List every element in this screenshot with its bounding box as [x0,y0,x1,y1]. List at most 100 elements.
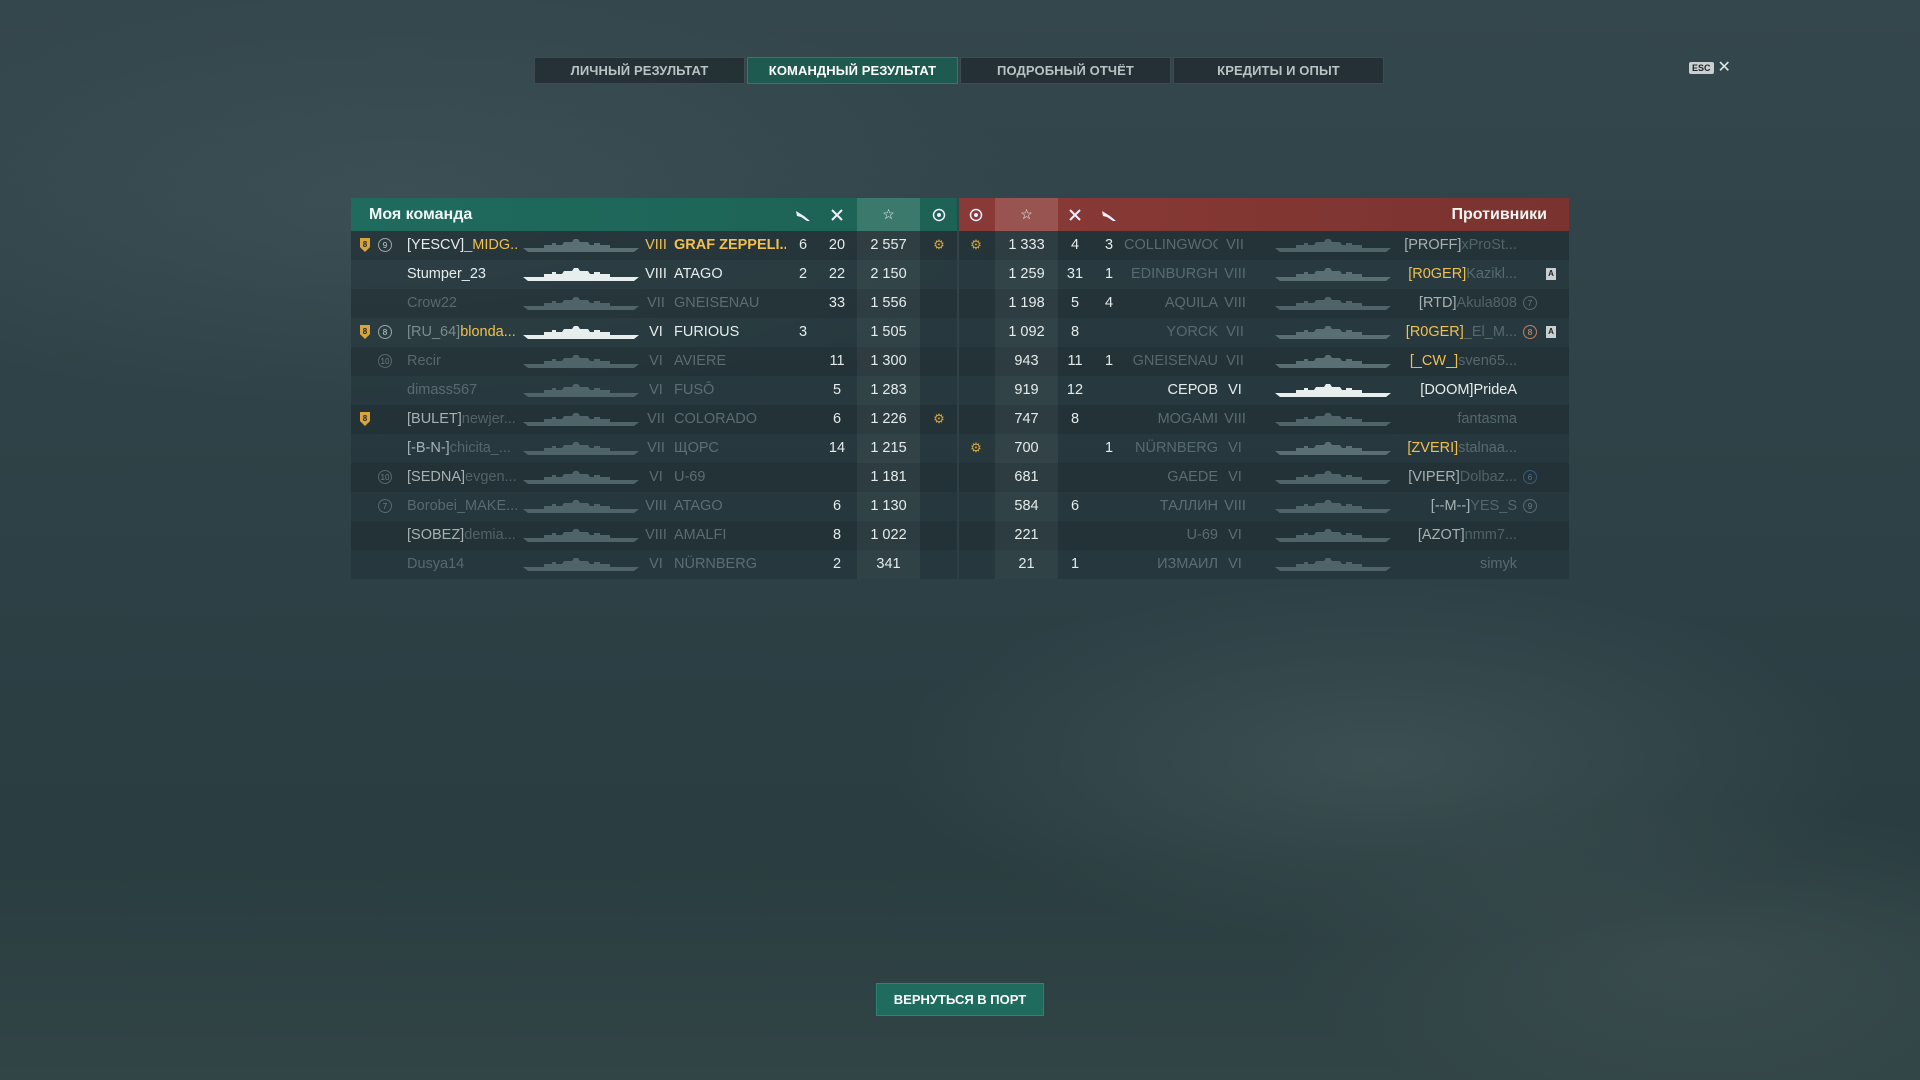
my-team-rows: 8 9 [YESCV]_MIDG... VIII GRAF ZEPPELI... 6 20 2… [351,231,957,579]
ship-name: СЕРОВ [1167,382,1218,398]
player-row[interactable]: 10 [SEDNA]evgen... VI U-69 1 181 [351,463,957,492]
player-nick: _El_M... [1463,324,1517,340]
planes-destroyed [1092,463,1126,492]
base-xp: 21 [995,550,1058,579]
enemy-row[interactable]: 919 12 СЕРОВ VI [DOOM]PrideA [959,376,1569,405]
player-row[interactable]: [-B-N-]chicita_... VII ЩОРС 14 1 215 [351,434,957,463]
ship-tier: VIII [1224,411,1246,427]
enemy-row[interactable]: 1 259 31 1 EDINBURGH VIII [R0GER]Kazikl... A [959,260,1569,289]
ship-name: AQUILA [1164,295,1218,311]
crossed-swords-icon [1058,198,1092,231]
ship-silhouette [1275,558,1391,571]
laurel-medal-icon: ⚙ [970,440,982,455]
player-name: [--M--]YES_S [1397,492,1517,521]
service-level-badge-icon: 10 [378,470,392,484]
player-nick: Stumper_23 [407,266,486,282]
player-row[interactable]: dimass567 VI FUSŌ 5 1 283 [351,376,957,405]
service-level-badge-icon: 8 [378,325,392,339]
tab-personal-result[interactable]: ЛИЧНЫЙ РЕЗУЛЬТАТ [534,57,745,84]
ship-silhouette [523,500,639,513]
tab-team-result[interactable]: КОМАНДНЫЙ РЕЗУЛЬТАТ [747,57,958,84]
player-row[interactable]: 7 Borobei_MAKE... VIII ATAGO 6 1 130 [351,492,957,521]
frags-count [1058,434,1092,463]
player-row[interactable]: Dusya14 VI NÜRNBERG 2 341 [351,550,957,579]
frags-count: 2 [832,556,842,572]
player-row[interactable]: 8 [BULET]newjer... VII COLORADO 6 1 226 ⚙ [351,405,957,434]
frags-count: 6 [1070,498,1080,514]
player-row[interactable]: Stumper_23 VIII ATAGO 2 22 2 150 [351,260,957,289]
clan-tag: [R0GER] [1405,324,1464,340]
rank-flag-icon: A [1546,268,1556,280]
frags-count: 20 [828,237,846,253]
ship-name: COLORADO [674,411,757,427]
ship-tier: VI [1228,556,1242,572]
frags-count: 1 [1070,556,1080,572]
enemy-row[interactable]: 747 8 MOGAMI VIII fantasma [959,405,1569,434]
ship-silhouette [1275,297,1391,310]
ship-tier: VIII [645,527,667,543]
ship-name: ATAGO [674,498,723,514]
clan-tag: [R0GER] [1408,266,1467,282]
enemy-team-header: ☆ Противники [959,198,1569,231]
player-name: [VIPER]Dolbaz... [1397,463,1517,492]
ship-name: ИЗМАИЛ [1157,556,1218,572]
base-xp: 584 [995,492,1058,521]
enemy-row[interactable]: 1 198 5 4 AQUILA VIII [RTD]Akula808 7 [959,289,1569,318]
tab-detailed-report[interactable]: ПОДРОБНЫЙ ОТЧЁТ [960,57,1171,84]
enemy-row[interactable]: ⚙ 1 333 4 3 COLLINGWOOD VII [PROFF]xProSt... [959,231,1569,260]
player-row[interactable]: 8 9 [YESCV]_MIDG... VIII GRAF ZEPPELI... 6 20 2… [351,231,957,260]
planes-destroyed: 1 [1104,353,1114,369]
base-xp: 2 557 [857,231,920,260]
player-name: [SOBEZ]demia... [407,521,519,550]
ship-silhouette [1275,500,1391,513]
base-xp: 1 215 [857,434,920,463]
ship-silhouette [523,384,639,397]
planes-destroyed [786,521,820,550]
division-shield-icon: 8 [360,238,370,252]
player-row[interactable]: 10 Recir VI AVIERE 11 1 300 [351,347,957,376]
ship-silhouette [523,558,639,571]
tab-credits-xp[interactable]: КРЕДИТЫ И ОПЫТ [1173,57,1384,84]
frags-count: 12 [1066,382,1084,398]
clan-tag: [_CW_] [1409,353,1459,369]
enemy-row[interactable]: 1 092 8 YORCK VII [R0GER]_El_M... 8 A [959,318,1569,347]
enemy-row[interactable]: 221 U-69 VI [AZOT]nmm7... [959,521,1569,550]
ship-name: MOGAMI [1157,411,1218,427]
player-name: [R0GER]Kazikl... [1397,260,1517,289]
enemy-row[interactable]: 681 GAEDE VI [VIPER]Dolbaz... 6 [959,463,1569,492]
ship-name: FURIOUS [674,324,740,340]
player-nick: Recir [407,353,441,369]
enemy-row[interactable]: 21 1 ИЗМАИЛ VI simyk [959,550,1569,579]
ship-name: FUSŌ [674,382,715,398]
frags-count: 6 [832,411,842,427]
player-nick: demia... [464,527,516,543]
my-team-table: Моя команда ☆ 8 9 [YESCV]_MIDG... VIII GRAF … [351,198,957,579]
planes-destroyed: 6 [798,237,808,253]
player-name: [_CW_]sven65... [1397,347,1517,376]
base-xp: 943 [995,347,1058,376]
planes-destroyed [786,289,820,318]
base-xp: 1 198 [995,289,1058,318]
base-xp: 700 [995,434,1058,463]
laurel-medal-icon: ⚙ [970,237,982,252]
player-row[interactable]: 8 8 [RU_64]blonda... VI FURIOUS 3 1 505 [351,318,957,347]
frags-count [1058,521,1092,550]
base-xp: 1 505 [857,318,920,347]
ship-tier: VII [1226,237,1244,253]
laurel-medal-icon: ⚙ [933,237,945,252]
my-team-header: Моя команда ☆ [351,198,957,231]
clan-tag: [RU_64] [407,324,461,340]
close-button[interactable]: ESC ✕ [1689,60,1731,76]
service-level-badge-icon: 7 [1523,296,1537,310]
return-to-port-button[interactable]: ВЕРНУТЬСЯ В ПОРТ [876,983,1044,1016]
ship-silhouette [523,471,639,484]
player-row[interactable]: Crow22 VII GNEISENAU 33 1 556 [351,289,957,318]
player-name: [BULET]newjer... [407,405,519,434]
planes-destroyed [1092,521,1126,550]
enemy-row[interactable]: 943 11 1 GNEISENAU VII [_CW_]sven65... [959,347,1569,376]
player-row[interactable]: [SOBEZ]demia... VIII AMALFI 8 1 022 [351,521,957,550]
crossed-swords-icon [820,198,854,231]
enemy-row[interactable]: 584 6 ТАЛЛИН VIII [--M--]YES_S 9 [959,492,1569,521]
base-xp: 1 130 [857,492,920,521]
enemy-row[interactable]: ⚙ 700 1 NÜRNBERG VI [ZVERI]stalnaa... [959,434,1569,463]
